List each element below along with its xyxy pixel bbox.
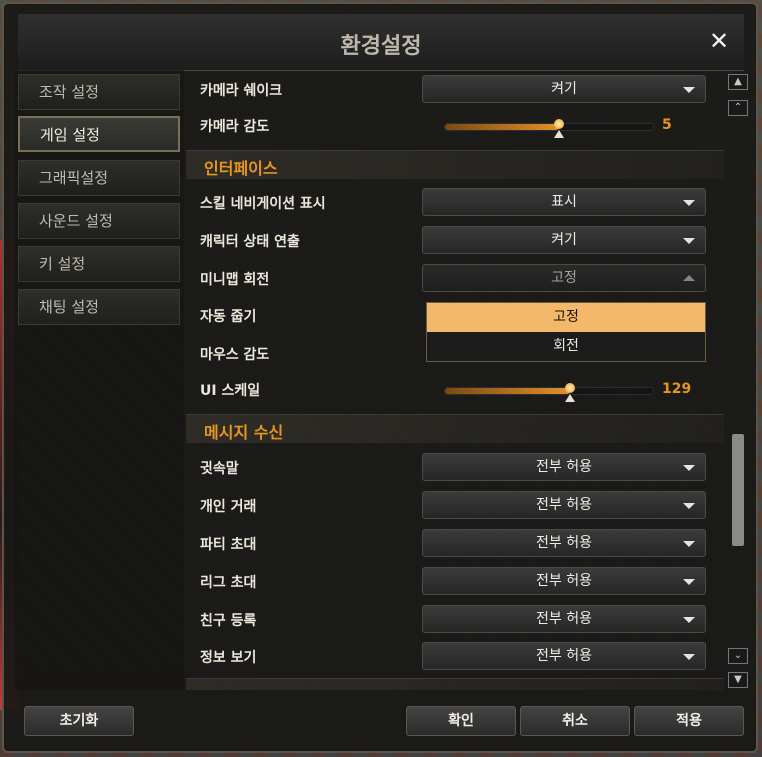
league-dropdown[interactable]: 전부 허용 <box>422 567 706 595</box>
char-status-dropdown[interactable]: 켜기 <box>422 226 706 254</box>
friend-label: 친구 등록 <box>200 613 257 629</box>
ui-scale-row: UI 스케일 129 <box>200 374 720 404</box>
whisper-value: 전부 허용 <box>536 459 592 475</box>
camera-shake-label: 카메라 쉐이크 <box>200 83 283 99</box>
party-value: 전부 허용 <box>536 535 592 551</box>
tab-key-settings[interactable]: 키 설정 <box>18 246 180 282</box>
chevron-down-icon <box>683 617 695 623</box>
whisper-label: 귓속말 <box>200 461 239 477</box>
skill-nav-row: 스킬 네비게이션 표시 표시 <box>200 187 720 217</box>
section-message: 메시지 수신 <box>186 414 724 443</box>
trade-label: 개인 거래 <box>200 499 257 515</box>
footer: 초기화 확인 취소 적용 <box>14 700 748 744</box>
minimap-rotate-label: 미니맵 회전 <box>200 272 270 288</box>
chevron-down-icon <box>683 654 695 660</box>
apply-button[interactable]: 적용 <box>634 706 744 736</box>
mouse-sensitivity-label: 마우스 감도 <box>200 347 270 363</box>
window-title: 환경설정 <box>340 34 422 59</box>
friend-dropdown[interactable]: 전부 허용 <box>422 605 706 633</box>
char-status-label: 캐릭터 상태 연출 <box>200 234 300 250</box>
party-row: 파티 초대 전부 허용 <box>200 528 720 558</box>
cancel-button[interactable]: 취소 <box>520 706 630 736</box>
camera-shake-dropdown[interactable]: 켜기 <box>422 75 706 103</box>
slider-fill <box>445 388 570 394</box>
info-row: 정보 보기 전부 허용 <box>200 641 720 671</box>
league-label: 리그 초대 <box>200 575 257 591</box>
tab-game-settings[interactable]: 게임 설정 <box>18 116 180 152</box>
chevron-down-icon <box>683 503 695 509</box>
skill-nav-dropdown[interactable]: 표시 <box>422 188 706 216</box>
camera-sensitivity-label: 카메라 감도 <box>200 119 270 135</box>
section-interface-title: 인터페이스 <box>204 159 278 178</box>
tab-chat-settings[interactable]: 채팅 설정 <box>18 289 180 325</box>
info-dropdown[interactable]: 전부 허용 <box>422 642 706 670</box>
settings-sidebar: 조작 설정 게임 설정 그래픽설정 사운드 설정 키 설정 채팅 설정 <box>14 70 184 690</box>
option-rotate[interactable]: 회전 <box>427 332 705 361</box>
scroll-up-icon[interactable]: ⌃ <box>728 100 748 116</box>
scroll-top-icon[interactable]: ▲ <box>728 74 748 90</box>
chevron-down-icon <box>683 87 695 93</box>
chevron-down-icon <box>683 200 695 206</box>
camera-sensitivity-row: 카메라 감도 5 <box>200 110 720 140</box>
ui-scale-slider[interactable] <box>444 383 654 402</box>
slider-knob[interactable] <box>564 383 575 393</box>
tab-sound-settings[interactable]: 사운드 설정 <box>18 203 180 239</box>
info-label: 정보 보기 <box>200 650 257 666</box>
chevron-up-icon <box>683 275 695 281</box>
chevron-down-icon <box>683 541 695 547</box>
camera-sensitivity-slider[interactable] <box>444 119 654 138</box>
reset-button[interactable]: 초기화 <box>24 706 134 736</box>
scroll-thumb[interactable] <box>732 434 744 546</box>
section-interface: 인터페이스 <box>186 150 724 179</box>
auto-pickup-label: 자동 줍기 <box>200 309 257 325</box>
league-row: 리그 초대 전부 허용 <box>200 566 720 596</box>
minimap-rotate-dropdown[interactable]: 고정 <box>422 264 706 292</box>
option-fixed[interactable]: 고정 <box>427 303 705 332</box>
section-next-partial <box>186 678 724 690</box>
close-icon[interactable]: ✕ <box>704 26 734 56</box>
chevron-down-icon <box>683 238 695 244</box>
info-value: 전부 허용 <box>536 648 592 664</box>
chevron-down-icon <box>683 579 695 585</box>
char-status-row: 캐릭터 상태 연출 켜기 <box>200 225 720 255</box>
minimap-rotate-row: 미니맵 회전 고정 <box>200 263 720 293</box>
tab-control-settings[interactable]: 조작 설정 <box>18 74 180 110</box>
char-status-value: 켜기 <box>551 232 577 248</box>
ui-scale-value: 129 <box>662 381 692 397</box>
party-label: 파티 초대 <box>200 537 257 553</box>
trade-value: 전부 허용 <box>536 497 592 513</box>
skill-nav-label: 스킬 네비게이션 표시 <box>200 196 326 212</box>
camera-shake-value: 켜기 <box>551 81 577 97</box>
whisper-row: 귓속말 전부 허용 <box>200 452 720 482</box>
ui-scale-label: UI 스케일 <box>200 383 261 399</box>
league-value: 전부 허용 <box>536 573 592 589</box>
camera-shake-row: 카메라 쉐이크 켜기 <box>200 74 720 104</box>
slider-fill <box>445 124 560 130</box>
slider-knob[interactable] <box>554 119 565 129</box>
slider-pointer-icon <box>564 394 575 402</box>
whisper-dropdown[interactable]: 전부 허용 <box>422 453 706 481</box>
camera-sensitivity-value: 5 <box>662 117 672 133</box>
party-dropdown[interactable]: 전부 허용 <box>422 529 706 557</box>
scrollbar[interactable]: ▲ ⌃ ⌄ ▼ <box>726 70 752 690</box>
friend-row: 친구 등록 전부 허용 <box>200 604 720 634</box>
title-bar: 환경설정 ✕ <box>18 14 744 71</box>
minimap-rotate-options: 고정 회전 <box>426 302 706 362</box>
scroll-down-icon[interactable]: ⌄ <box>728 648 748 664</box>
confirm-button[interactable]: 확인 <box>406 706 516 736</box>
section-message-title: 메시지 수신 <box>204 423 284 442</box>
settings-content: 카메라 쉐이크 켜기 카메라 감도 5 인터페이스 스킬 네비게이션 표시 표시… <box>186 70 724 690</box>
chevron-down-icon <box>683 465 695 471</box>
minimap-rotate-value: 고정 <box>551 270 577 286</box>
skill-nav-value: 표시 <box>551 194 577 210</box>
trade-dropdown[interactable]: 전부 허용 <box>422 491 706 519</box>
tab-graphic-settings[interactable]: 그래픽설정 <box>18 160 180 196</box>
slider-pointer-icon <box>554 130 565 138</box>
scroll-bottom-icon[interactable]: ▼ <box>728 672 748 688</box>
friend-value: 전부 허용 <box>536 611 592 627</box>
trade-row: 개인 거래 전부 허용 <box>200 490 720 520</box>
